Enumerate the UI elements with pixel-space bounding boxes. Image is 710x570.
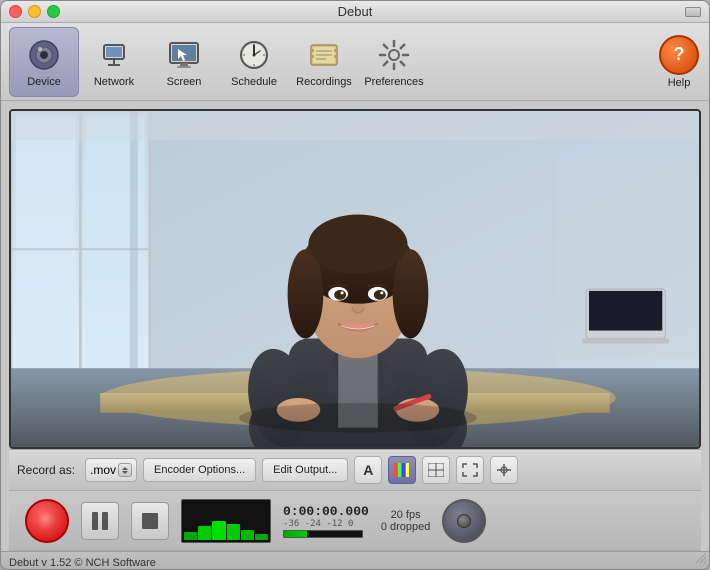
preferences-icon [375,36,413,74]
encoder-options-button[interactable]: Encoder Options... [143,458,256,482]
record-dot-icon [38,512,56,530]
toolbar-item-schedule[interactable]: Schedule [219,27,289,97]
time-level-container: 0:00:00.000 -36 -24 -12 0 [283,504,369,538]
screen-label: Screen [167,76,202,88]
meter-bar-6 [255,534,268,540]
device-label: Device [27,76,61,88]
time-display: 0:00:00.000 -36 -24 -12 0 [283,504,369,538]
recordings-label: Recordings [296,76,352,88]
pause-bar-right-icon [102,512,108,530]
app-window: Debut Device [0,0,710,570]
schedule-icon [235,36,273,74]
status-bar: Debut v 1.52 © NCH Software [1,551,709,570]
toolbar-item-preferences[interactable]: Preferences [359,27,429,97]
controls-bar: Record as: .mov Encoder Options... Edit … [9,449,701,491]
toolbar-item-device[interactable]: Device [9,27,79,97]
arrow-down-icon [122,471,128,474]
network-label: Network [94,76,134,88]
adjust-button[interactable] [490,456,518,484]
level-scale: -36 -24 -12 0 [283,519,369,529]
time-value: 0:00:00.000 [283,504,369,519]
text-overlay-button[interactable]: A [354,456,382,484]
expand-icon [462,463,478,477]
disk-output-icon [442,499,486,543]
arrow-up-icon [122,467,128,470]
stop-square-icon [142,513,158,529]
level-meter [181,499,271,543]
level-bar-visual [283,530,363,538]
preferences-label: Preferences [364,76,423,88]
pause-button[interactable] [81,502,119,540]
help-label: Help [668,77,691,89]
window-title: Debut [338,4,373,19]
format-value: .mov [90,463,116,477]
video-scene [11,111,699,447]
toolbar-item-recordings[interactable]: Recordings [289,27,359,97]
pause-bar-left-icon [92,512,98,530]
fps-display: 20 fps 0 dropped [381,509,431,533]
network-icon [95,36,133,74]
record-button[interactable] [25,499,69,543]
text-icon: A [363,462,373,478]
toolbar-item-network[interactable]: Network [79,27,149,97]
stop-button[interactable] [131,502,169,540]
meter-bar-2 [198,526,211,539]
resize-handle[interactable] [692,549,706,568]
toolbar-item-screen[interactable]: Screen [149,27,219,97]
video-preview [9,109,701,449]
help-icon: ? [659,35,699,75]
meter-bar-4 [227,524,240,539]
grid-overlay-button[interactable] [422,456,450,484]
device-icon [25,36,63,74]
grid-icon [428,463,444,477]
title-bar: Debut [1,1,709,23]
level-bar-fill [284,531,307,537]
meter-bar-5 [241,530,254,540]
close-button[interactable] [9,5,22,18]
format-arrow[interactable] [118,463,132,477]
dropped-frames: 0 dropped [381,521,431,533]
recordings-icon [305,36,343,74]
maximize-button[interactable] [47,5,60,18]
playback-bar: 0:00:00.000 -36 -24 -12 0 20 fps 0 dropp… [9,491,701,551]
color-bars-icon [394,463,410,477]
fps-value: 20 fps [381,509,431,521]
format-select[interactable]: .mov [85,458,137,482]
schedule-label: Schedule [231,76,277,88]
status-text: Debut v 1.52 © NCH Software [9,557,156,569]
traffic-lights [9,5,60,18]
minimize-button[interactable] [28,5,41,18]
help-button[interactable]: ? Help [659,35,699,89]
disk-center [457,514,471,528]
meter-bar-1 [184,532,197,540]
record-as-label: Record as: [17,463,75,477]
expand-button[interactable] [456,456,484,484]
window-resize-widget [685,7,701,17]
adjust-icon [496,463,512,477]
screen-icon [165,36,203,74]
edit-output-button[interactable]: Edit Output... [262,458,348,482]
color-bars-button[interactable] [388,456,416,484]
toolbar: Device Network [1,23,709,101]
meter-bar-3 [212,521,225,540]
